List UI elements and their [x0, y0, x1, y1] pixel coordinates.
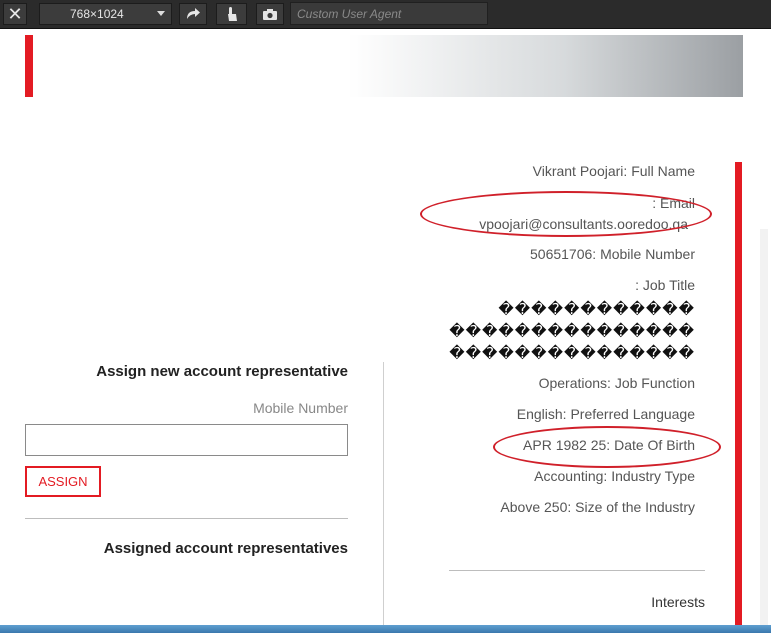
column-divider: [383, 362, 384, 625]
mobile-number: 50651706: Mobile Number: [530, 246, 695, 262]
mobile-number-input[interactable]: [25, 424, 348, 456]
scrollbar[interactable]: [760, 229, 768, 625]
camera-icon: [263, 8, 277, 20]
assign-title: Assign new account representative: [96, 363, 348, 380]
profile-accent-bar: [735, 162, 742, 625]
industry-size: Above 250: Size of the Industry: [500, 499, 695, 515]
device-size-label: 768×1024: [70, 7, 124, 21]
assigned-title: Assigned account representatives: [103, 540, 348, 557]
garbled-text: ���������������: [449, 345, 695, 362]
divider: [25, 518, 348, 519]
rotate-icon: [187, 8, 200, 19]
annotation-oval: [420, 191, 712, 237]
touch-icon: [227, 7, 237, 21]
chevron-down-icon: [157, 11, 165, 16]
touch-emulation-button[interactable]: [216, 3, 247, 25]
garbled-text: ������������: [498, 301, 695, 318]
divider: [449, 570, 705, 571]
close-icon: ✕: [7, 4, 23, 24]
device-size-dropdown[interactable]: 768×1024: [39, 3, 172, 25]
assign-button[interactable]: ASSIGN: [25, 466, 101, 497]
mobile-number-label: Mobile Number: [253, 400, 348, 416]
preferred-language: English: Preferred Language: [516, 406, 695, 422]
banner-accent: [25, 35, 33, 97]
interests-heading: Interests: [651, 594, 705, 610]
job-title: : Job Title: [635, 277, 695, 293]
screenshot-button[interactable]: [256, 3, 284, 25]
job-function: Operations: Job Function: [538, 375, 695, 391]
close-button[interactable]: ✕: [3, 3, 27, 25]
industry-type: Accounting: Industry Type: [534, 468, 695, 484]
page-viewport: Assign new account representative Mobile…: [0, 29, 771, 625]
devtools-toolbar: ✕ 768×1024 Custom User Agent: [0, 0, 771, 29]
user-agent-input[interactable]: Custom User Agent: [290, 2, 488, 25]
taskbar: [0, 625, 771, 633]
annotation-oval: [493, 426, 721, 468]
garbled-text: ���������������: [449, 323, 695, 340]
full-name: Vikrant Poojari: Full Name: [532, 163, 695, 179]
rotate-button[interactable]: [179, 3, 207, 25]
header-banner: [25, 35, 743, 97]
